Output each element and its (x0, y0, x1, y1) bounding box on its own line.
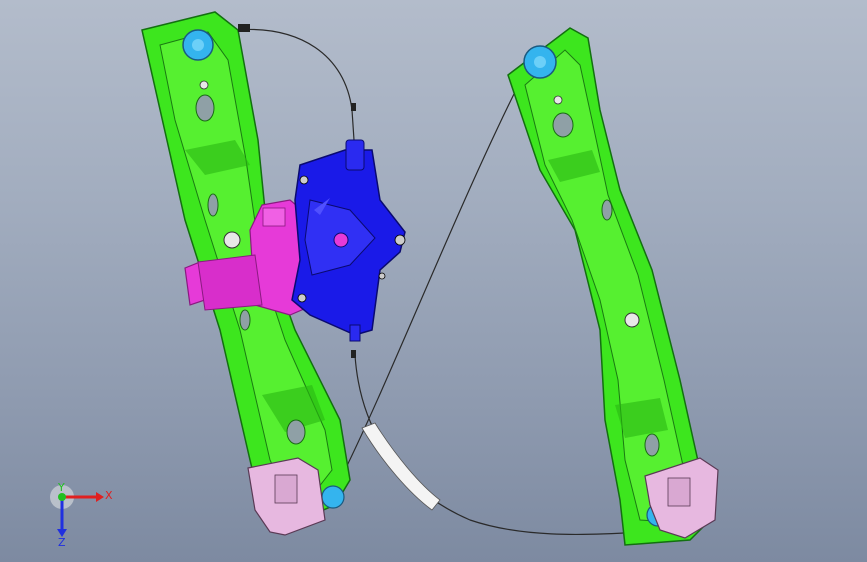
y-axis-dot (58, 493, 66, 501)
motor-bracket[interactable] (291, 139, 406, 342)
cable-sleeve[interactable] (361, 422, 441, 511)
window-regulator-model[interactable] (0, 0, 867, 562)
z-axis-label: Z (58, 536, 66, 549)
3d-viewport[interactable]: X Y Z (0, 0, 867, 562)
cable-end-fitting (238, 24, 250, 32)
cable-end-fitting (351, 103, 356, 111)
y-axis-label: Y (57, 482, 65, 494)
coordinate-triad: X Y Z (50, 482, 113, 549)
cable-end-fitting (351, 350, 356, 358)
x-axis-arrow (96, 492, 104, 502)
lower-left-pulley (321, 485, 345, 509)
lower-cable (354, 354, 641, 536)
x-axis-label: X (105, 489, 113, 502)
